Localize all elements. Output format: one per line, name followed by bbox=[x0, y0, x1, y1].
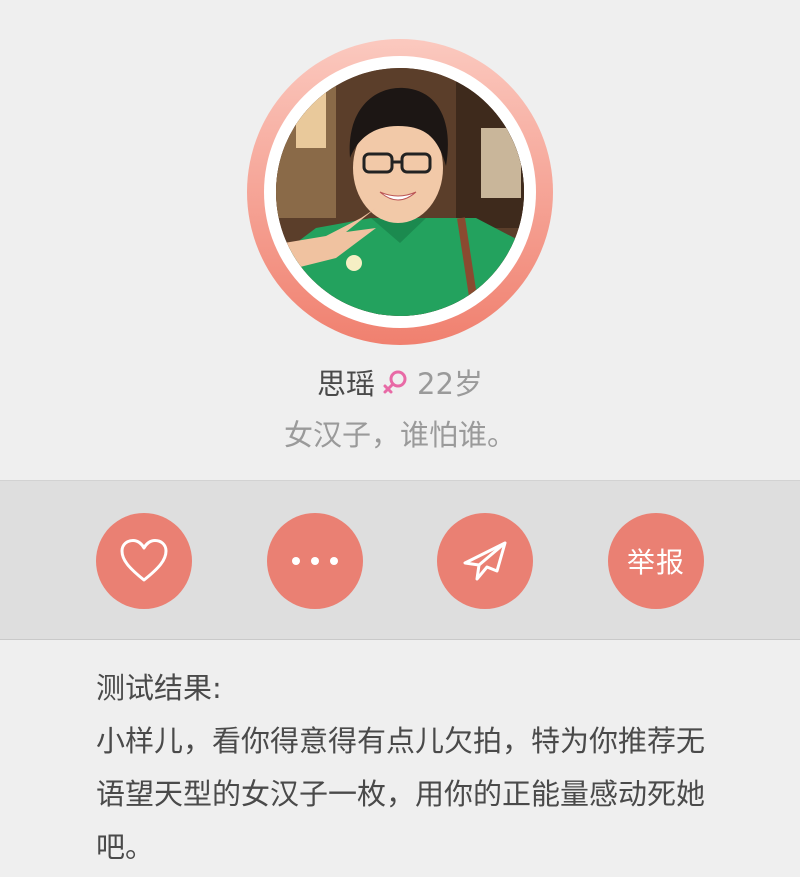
result-title: 测试结果: bbox=[96, 671, 222, 705]
action-bar: 举报 bbox=[0, 480, 800, 640]
user-motto: 女汉子，谁怕谁。 bbox=[283, 418, 516, 452]
female-symbol-icon bbox=[381, 367, 411, 397]
user-age: 22岁 bbox=[417, 367, 483, 401]
avatar[interactable] bbox=[276, 68, 524, 316]
avatar-photo bbox=[276, 68, 524, 316]
name-row: 思瑶 22岁 bbox=[0, 360, 800, 404]
report-label: 举报 bbox=[626, 546, 685, 579]
send-plane-icon bbox=[461, 539, 509, 583]
like-button[interactable] bbox=[96, 513, 192, 609]
avatar-ring bbox=[247, 39, 553, 345]
send-button[interactable] bbox=[437, 513, 533, 609]
more-button[interactable] bbox=[267, 513, 363, 609]
user-name: 思瑶 bbox=[317, 367, 376, 401]
heart-icon bbox=[119, 538, 169, 584]
profile-header: 思瑶 22岁 女汉子，谁怕谁。 bbox=[0, 0, 800, 480]
more-dots-icon bbox=[290, 556, 340, 566]
test-result: 测试结果: 小样儿，看你得意得有点儿欠拍，特为你推荐无语望天型的女汉子一枚，用你… bbox=[96, 662, 736, 874]
result-body: 小样儿，看你得意得有点儿欠拍，特为你推荐无语望天型的女汉子一枚，用你的正能量感动… bbox=[96, 724, 706, 864]
report-button[interactable]: 举报 bbox=[608, 513, 704, 609]
